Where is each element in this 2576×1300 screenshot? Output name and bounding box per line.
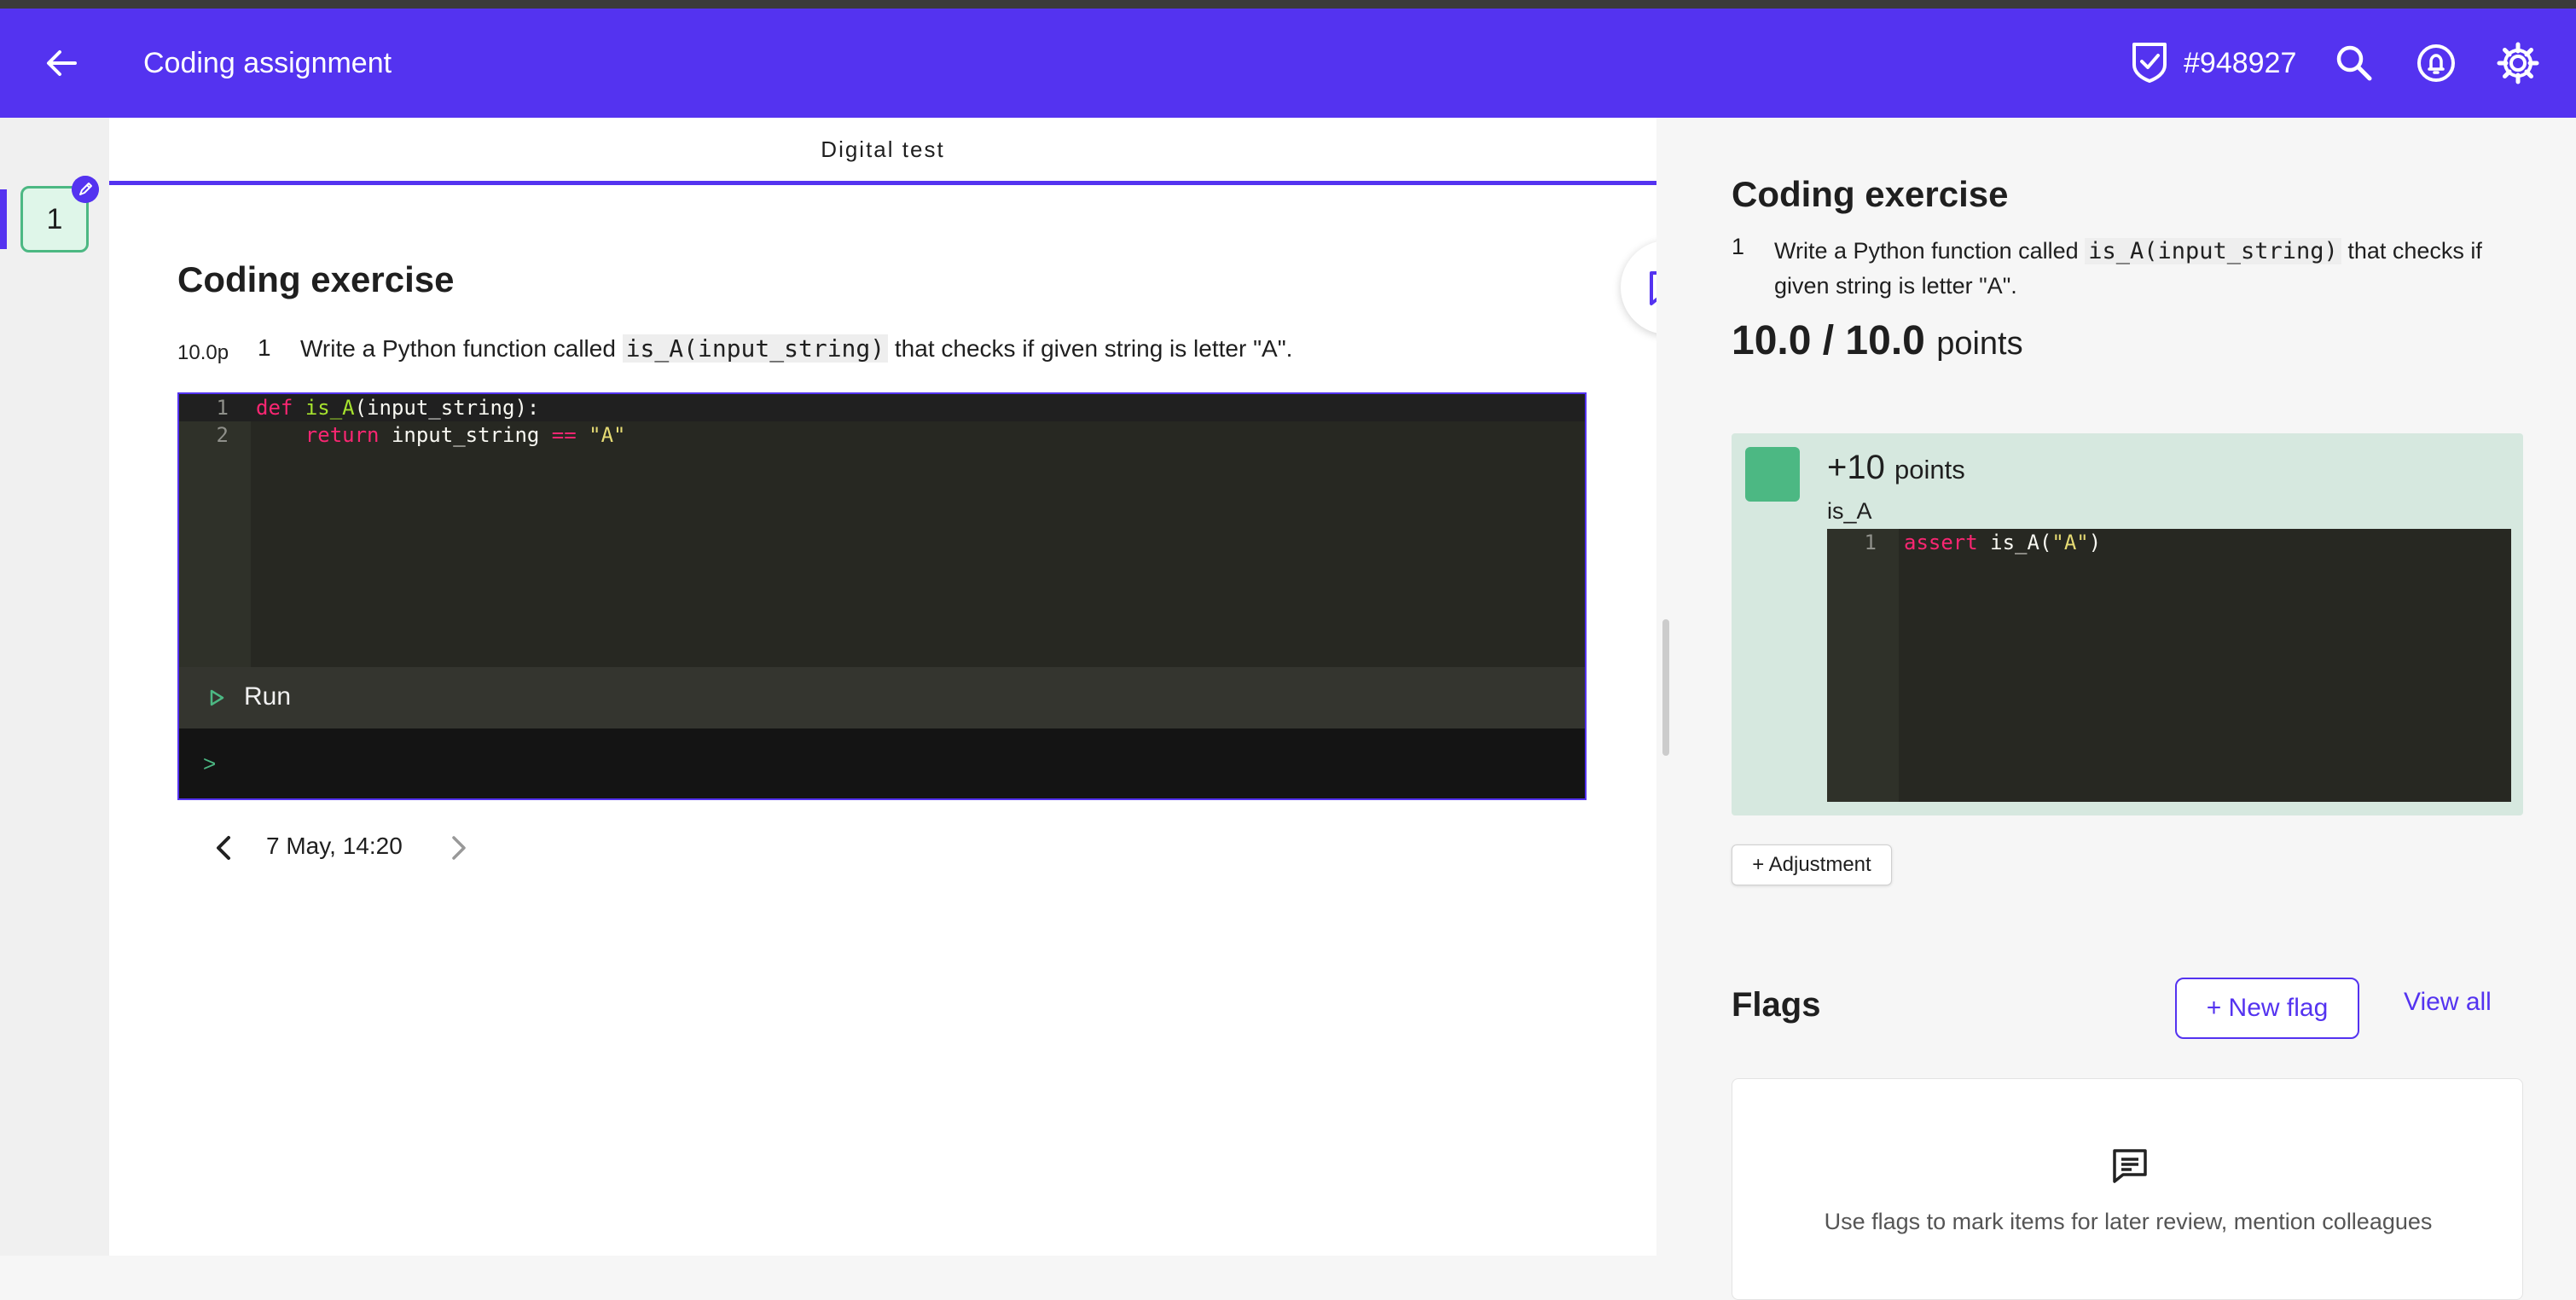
question-points: 10.0p	[177, 341, 229, 364]
review-question-text: Write a Python function called is_A(inpu…	[1774, 238, 2482, 299]
rail-selection-indicator	[0, 189, 7, 249]
test-code-viewer: 1 assert is_A("A")	[1827, 529, 2511, 802]
test-status-checkbox[interactable]	[1745, 447, 1800, 502]
comment-icon	[2113, 1149, 2147, 1183]
assignment-id: #948927	[2184, 47, 2297, 79]
window-top-strip	[0, 0, 2576, 9]
page-title: Coding assignment	[143, 47, 392, 79]
play-icon	[210, 689, 224, 706]
score-unit: points	[1936, 326, 2023, 362]
code-line[interactable]: 2 return input_string == "A"	[179, 421, 1585, 449]
run-button[interactable]: Run	[179, 667, 1585, 728]
question-rail	[0, 118, 109, 1256]
shield-check-icon	[2132, 43, 2167, 83]
review-exercise-title: Coding exercise	[1732, 174, 2009, 214]
question-prefix: Write a Python function called	[300, 335, 616, 362]
question-suffix: that checks if given string is letter "A…	[894, 335, 1293, 362]
flags-hint: Use flags to mark items for later review…	[1824, 1209, 2433, 1234]
submission-timestamp: 7 May, 14:20	[266, 833, 403, 859]
review-question-number: 1	[1732, 234, 1745, 259]
console-prompt: >	[203, 751, 217, 776]
flags-empty-state: Use flags to mark items for later review…	[1732, 1078, 2523, 1300]
code-editor[interactable]: 1 def is_A(input_string): 2 return input…	[177, 392, 1587, 800]
flags-heading: Flags	[1732, 986, 1821, 1024]
chevron-right-icon[interactable]	[444, 831, 474, 865]
new-flag-button[interactable]: + New flag	[2175, 978, 2359, 1039]
question-number: 1	[258, 334, 271, 361]
run-label: Run	[244, 682, 292, 711]
score: 10.0 / 10.0 points	[1732, 317, 2023, 364]
line-source: def is_A(input_string):	[256, 396, 540, 420]
test-name: is_A	[1827, 498, 1872, 524]
score-value: 10.0 / 10.0	[1732, 318, 1925, 363]
test-points: +10 points	[1827, 449, 1965, 486]
search-icon[interactable]	[2332, 41, 2376, 85]
gear-icon[interactable]	[2496, 41, 2540, 85]
line-number: 1	[216, 396, 229, 420]
question-code: is_A(input_string)	[622, 334, 889, 363]
notifications-icon[interactable]	[2414, 41, 2458, 85]
test-code-line: 1 assert is_A("A")	[1864, 531, 2102, 554]
app-bar: Coding assignment #948927	[0, 9, 2576, 118]
add-adjustment-button[interactable]: + Adjustment	[1732, 844, 1892, 885]
question-text: Write a Python function called is_A(inpu…	[300, 334, 1292, 363]
line-number: 2	[216, 423, 229, 447]
code-line[interactable]: 1 def is_A(input_string):	[179, 394, 1585, 421]
line-source: return input_string == "A"	[305, 423, 626, 447]
test-gutter	[1827, 529, 1899, 802]
view-all-link[interactable]: View all	[2404, 988, 2492, 1017]
pencil-icon	[72, 176, 99, 203]
review-panel: Coding exercise 1 Write a Python functio…	[1675, 118, 2576, 1300]
chevron-left-icon[interactable]	[208, 831, 239, 865]
answer-panel: Digital test Coding exercise 10.0p 1 Wri…	[109, 118, 1656, 1256]
tab-underline	[109, 181, 1656, 185]
test-tab-title[interactable]: Digital test	[109, 136, 1656, 163]
console-output[interactable]: >	[179, 728, 1585, 798]
test-case-card: +10 points is_A 1 assert is_A("A")	[1732, 433, 2523, 815]
exercise-title: Coding exercise	[177, 259, 455, 299]
resize-handle[interactable]	[1662, 619, 1669, 756]
back-arrow-icon[interactable]	[41, 43, 82, 84]
